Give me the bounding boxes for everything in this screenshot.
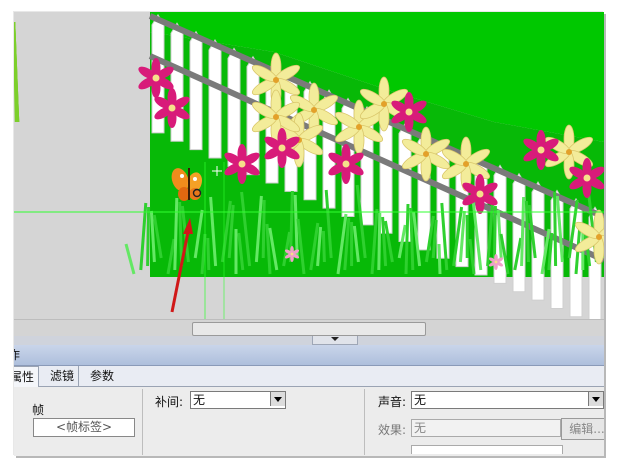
edit-button[interactable]: 编辑... [561,418,604,440]
frame-label-input[interactable]: <帧标签> [33,418,135,437]
grass-blade [409,207,415,271]
sound-value: 无 [414,393,427,407]
grass-blade [404,203,410,275]
grass-blade [520,196,526,267]
grass-blade [139,202,148,271]
collapse-panel-button[interactable] [312,336,358,345]
stage-canvas[interactable] [14,12,604,319]
grass-blade [437,243,442,275]
chevron-down-icon[interactable] [588,392,603,406]
fence-picket [208,38,222,159]
chevron-down-icon[interactable] [270,392,285,406]
sync-select[interactable] [411,445,563,454]
tween-label: 补间: [155,395,184,409]
grass-blade [321,230,326,263]
grass-blade [173,197,179,271]
scroll-thumb[interactable] [192,322,426,336]
divider [364,389,365,455]
divider [142,389,143,455]
app-window: 作 属性 滤镜 参数 帧 <帧标签> 补间: 无 声音: 无 效果: 无 编辑.… [14,12,604,456]
grass-blade [146,206,151,267]
fence-picket [227,47,241,167]
grass-blade [524,200,530,263]
grass-blade [206,237,211,271]
grass-blade [293,194,299,259]
tab-parameters[interactable]: 参数 [86,366,118,386]
grass-blade [124,243,136,275]
tab-filters[interactable]: 滤镜 [46,366,80,386]
frame-label: 帧 [32,403,45,417]
sound-label: 声音: [378,395,407,409]
horizontal-scrollbar[interactable] [14,319,604,337]
grass-blade [261,199,266,259]
grass-blade [377,212,382,271]
properties-panel: 帧 <帧标签> 补间: 无 声音: 无 效果: 无 编辑... [14,387,604,456]
grass-blade [553,191,558,267]
tween-value: 无 [193,393,206,407]
tab-properties[interactable]: 属性 [14,366,40,387]
panel-title: 作 [14,348,21,362]
artwork [14,12,604,319]
effect-value: 无 [414,421,427,435]
effect-label: 效果: [378,423,407,437]
panel-header[interactable]: 作 [14,345,604,366]
chevron-down-icon [331,337,339,341]
effect-select[interactable]: 无 [411,419,561,437]
tween-select[interactable]: 无 [190,391,286,409]
grass-blade [492,205,497,263]
fence-picket [189,30,203,151]
panel-tabs: 属性 滤镜 参数 [14,366,604,387]
fence-picket [379,114,393,234]
sound-select[interactable]: 无 [411,391,604,409]
